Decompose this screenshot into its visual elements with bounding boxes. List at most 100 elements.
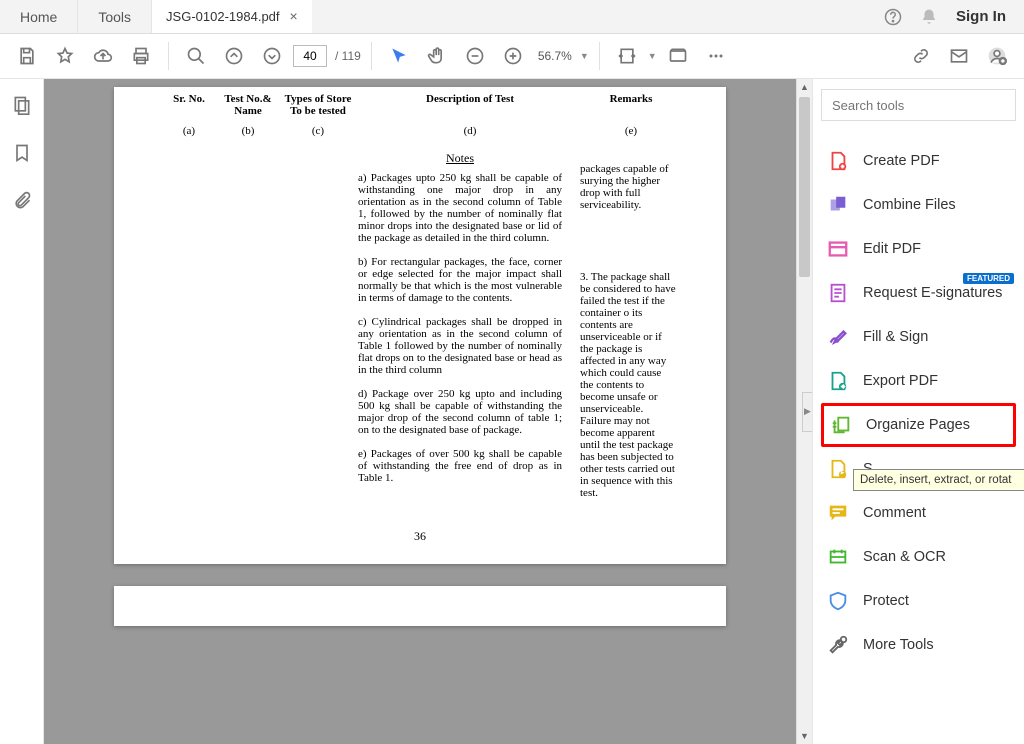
- tool-label: Export PDF: [863, 373, 938, 389]
- tools-panel: Create PDF Combine Files Edit PDF Reques…: [812, 79, 1024, 744]
- top-right-controls: Sign In: [884, 0, 1024, 33]
- email-icon[interactable]: [942, 39, 976, 73]
- note-para: a) Packages upto 250 kg shall be capable…: [358, 172, 562, 244]
- page-up-icon[interactable]: [217, 39, 251, 73]
- bookmark-icon[interactable]: [12, 143, 32, 163]
- tool-combine-files[interactable]: Combine Files: [821, 183, 1016, 227]
- note-para: d) Package over 250 kg upto and includin…: [358, 388, 562, 436]
- organize-pages-tooltip: Delete, insert, extract, or rotat: [853, 469, 1024, 491]
- comment-icon: [827, 502, 849, 524]
- search-tools-input[interactable]: [821, 89, 1016, 121]
- scroll-thumb[interactable]: [799, 97, 810, 277]
- tab-tools[interactable]: Tools: [78, 0, 152, 33]
- combine-files-icon: [827, 194, 849, 216]
- tool-label: Fill & Sign: [863, 329, 928, 345]
- tool-label: Edit PDF: [863, 241, 921, 257]
- organize-pages-icon: [830, 414, 852, 436]
- page-number: 36: [164, 529, 676, 544]
- tool-fill-sign[interactable]: Fill & Sign: [821, 315, 1016, 359]
- attachment-icon[interactable]: [12, 191, 32, 211]
- read-mode-icon[interactable]: [661, 39, 695, 73]
- more-tools-icon[interactable]: [699, 39, 733, 73]
- scroll-up-icon[interactable]: ▲: [797, 79, 812, 95]
- tool-label: Scan & OCR: [863, 549, 946, 565]
- esign-icon: [827, 282, 849, 304]
- zoom-search-icon[interactable]: [179, 39, 213, 73]
- file-tab-label: JSG-0102-1984.pdf: [166, 9, 279, 24]
- main-toolbar: / 119 56.7% ▼ ▼: [0, 34, 1024, 79]
- hand-tool-icon[interactable]: [420, 39, 454, 73]
- tool-request-esignatures[interactable]: Request E-signatures FEATURED: [821, 271, 1016, 315]
- zoom-level-label[interactable]: 56.7%: [538, 49, 572, 63]
- tool-edit-pdf[interactable]: Edit PDF: [821, 227, 1016, 271]
- close-icon[interactable]: ×: [290, 8, 298, 24]
- tool-label: Protect: [863, 593, 909, 609]
- tool-more-tools[interactable]: More Tools: [821, 623, 1016, 667]
- bell-icon[interactable]: [920, 8, 938, 26]
- tool-label: Create PDF: [863, 153, 940, 169]
- page-number-input[interactable]: [293, 45, 327, 67]
- top-tab-bar: Home Tools JSG-0102-1984.pdf × Sign In: [0, 0, 1024, 34]
- remark-text: packages capable of surying the higher d…: [580, 163, 676, 211]
- tool-label: Organize Pages: [866, 417, 970, 433]
- fit-width-icon[interactable]: [610, 39, 644, 73]
- tool-comment[interactable]: Comment: [821, 491, 1016, 535]
- share-link-icon[interactable]: [904, 39, 938, 73]
- col-header: Remarks: [586, 93, 676, 117]
- note-para: b) For rectangular packages, the face, c…: [358, 256, 562, 304]
- pdf-page-next[interactable]: [114, 586, 726, 626]
- pdf-page[interactable]: Sr. No. Test No.& Name Types of Store To…: [114, 87, 726, 564]
- notes-heading: Notes: [358, 151, 562, 166]
- tool-label: Request E-signatures: [863, 285, 1002, 301]
- page-down-icon[interactable]: [255, 39, 289, 73]
- tool-protect[interactable]: Protect: [821, 579, 1016, 623]
- sub-header: (c): [282, 125, 354, 137]
- collapse-right-handle[interactable]: ▶: [802, 392, 812, 432]
- export-pdf-icon: [827, 370, 849, 392]
- page-total-label: / 119: [335, 49, 361, 63]
- zoom-dropdown-icon[interactable]: ▼: [580, 51, 589, 61]
- remark-text: 3. The package shall be considered to ha…: [580, 271, 676, 499]
- star-icon[interactable]: [48, 39, 82, 73]
- tool-export-pdf[interactable]: Export PDF: [821, 359, 1016, 403]
- note-para: e) Packages of over 500 kg shall be capa…: [358, 448, 562, 484]
- scan-ocr-icon: [827, 546, 849, 568]
- col-header: Sr. No.: [164, 93, 214, 117]
- tool-label: More Tools: [863, 637, 934, 653]
- tab-current-file[interactable]: JSG-0102-1984.pdf ×: [152, 0, 312, 33]
- sub-header: (a): [164, 125, 214, 137]
- sub-header: (e): [586, 125, 676, 137]
- print-icon[interactable]: [124, 39, 158, 73]
- col-header: Description of Test: [354, 93, 586, 117]
- send-comments-icon: [827, 458, 849, 480]
- featured-badge: FEATURED: [963, 273, 1014, 284]
- edit-pdf-icon: [827, 238, 849, 260]
- select-tool-icon[interactable]: [382, 39, 416, 73]
- scroll-down-icon[interactable]: ▼: [797, 728, 812, 744]
- note-para: c) Cylindrical packages shall be dropped…: [358, 316, 562, 376]
- save-icon[interactable]: [10, 39, 44, 73]
- col-header: Types of Store To be tested: [282, 93, 354, 117]
- tool-label: Combine Files: [863, 197, 956, 213]
- tool-scan-ocr[interactable]: Scan & OCR: [821, 535, 1016, 579]
- help-icon[interactable]: [884, 8, 902, 26]
- fit-dropdown-icon[interactable]: ▼: [648, 51, 657, 61]
- thumbnails-icon[interactable]: [12, 95, 32, 115]
- zoom-in-icon[interactable]: [496, 39, 530, 73]
- sub-header: (b): [214, 125, 282, 137]
- left-navigation-rail: [0, 79, 44, 744]
- cloud-upload-icon[interactable]: [86, 39, 120, 73]
- tab-home[interactable]: Home: [0, 0, 78, 33]
- fill-sign-icon: [827, 326, 849, 348]
- document-viewport: Sr. No. Test No.& Name Types of Store To…: [44, 79, 812, 744]
- account-icon[interactable]: [980, 39, 1014, 73]
- tool-organize-pages[interactable]: Organize Pages: [821, 403, 1016, 447]
- sign-in-button[interactable]: Sign In: [956, 8, 1006, 25]
- zoom-out-icon[interactable]: [458, 39, 492, 73]
- create-pdf-icon: [827, 150, 849, 172]
- more-tools-wrench-icon: [827, 634, 849, 656]
- tool-label: Comment: [863, 505, 926, 521]
- protect-icon: [827, 590, 849, 612]
- col-header: Test No.& Name: [214, 93, 282, 117]
- tool-create-pdf[interactable]: Create PDF: [821, 139, 1016, 183]
